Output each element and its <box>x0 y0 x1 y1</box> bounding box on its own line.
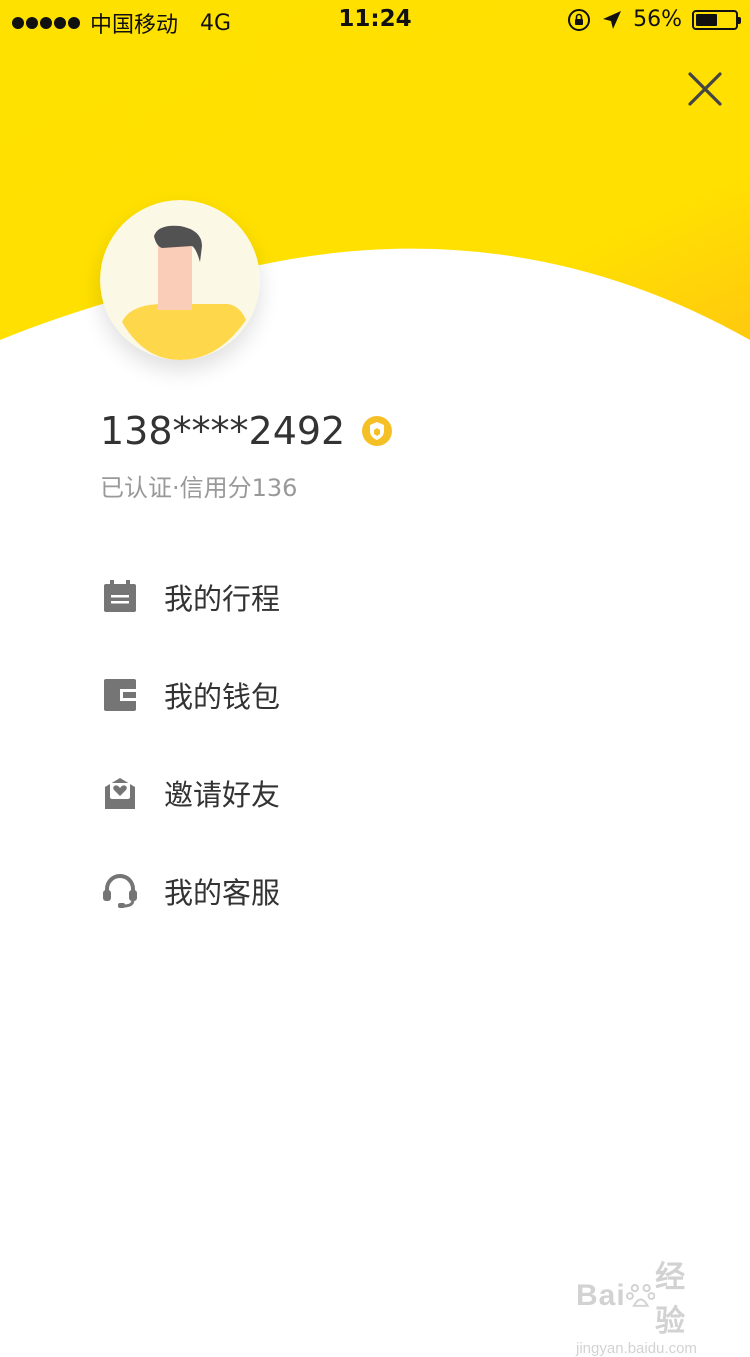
watermark-brand-suffix: 经验 <box>655 1261 687 1338</box>
orientation-lock-icon <box>568 8 591 31</box>
watermark-url: jingyan.baidu.com <box>576 1340 697 1357</box>
avatar-illustration <box>100 200 260 360</box>
avatar[interactable] <box>100 200 260 360</box>
menu-item-label: 邀请好友 <box>164 778 281 812</box>
menu-item-label: 我的客服 <box>164 876 281 910</box>
profile-phone: 138****2492 <box>100 407 393 455</box>
trip-list-icon <box>100 577 140 617</box>
paw-icon <box>625 1284 656 1307</box>
invite-heart-icon <box>100 773 140 813</box>
menu-item-service[interactable]: 我的客服 <box>100 842 660 940</box>
headset-icon <box>100 871 140 911</box>
battery-percent: 56% <box>633 7 682 32</box>
location-arrow-icon <box>603 10 622 29</box>
certification-status: 已认证·信用分136 <box>100 474 298 502</box>
watermark-logo: Bai 经验 <box>576 1252 716 1340</box>
menu-item-wallet[interactable]: 我的钱包 <box>100 646 660 744</box>
menu-item-trips[interactable]: 我的行程 <box>100 548 660 646</box>
status-right: 56% <box>567 7 741 32</box>
watermark-brand-latin: Bai <box>576 1279 626 1312</box>
side-menu: 我的行程 我的钱包 邀请好友 我的客服 <box>100 548 660 940</box>
status-bar: 中国移动 4G 11:24 56% <box>0 0 750 40</box>
wallet-icon <box>100 675 140 715</box>
phone-number: 138****2492 <box>100 409 346 453</box>
menu-item-label: 我的钱包 <box>164 680 281 714</box>
menu-item-label: 我的行程 <box>164 582 281 616</box>
battery-icon <box>692 9 741 30</box>
verified-shield-icon <box>362 416 393 446</box>
battery-level-fill <box>696 13 718 26</box>
baidu-jingyan-watermark: Bai 经验 jingyan.baidu.com <box>576 1252 716 1357</box>
close-icon[interactable] <box>682 66 728 112</box>
menu-item-invite[interactable]: 邀请好友 <box>100 744 660 842</box>
